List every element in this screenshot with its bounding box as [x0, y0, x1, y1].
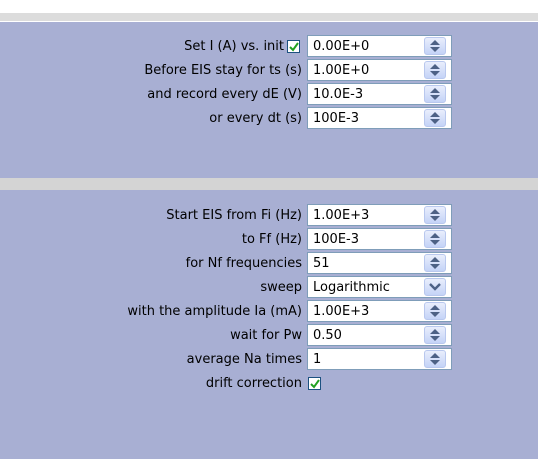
average-na-label: average Na times	[186, 352, 302, 367]
spin-down-icon[interactable]	[430, 216, 440, 221]
record-de-label: and record every dE (V)	[147, 87, 302, 102]
wait-pw-spinner[interactable]	[424, 326, 446, 344]
row-amplitude: with the amplitude Ia (mA) 1.00E+3	[0, 300, 538, 324]
spin-down-icon[interactable]	[430, 360, 440, 365]
average-na-spinner[interactable]	[424, 350, 446, 368]
record-de-field[interactable]: 10.0E-3	[307, 83, 452, 105]
init-panel: Set I (A) vs. init 0.00E+0 Before EIS st…	[0, 22, 538, 168]
set-current-field[interactable]: 0.00E+0	[307, 35, 452, 57]
row-record-de: and record every dE (V) 10.0E-3	[0, 83, 538, 107]
spin-up-icon[interactable]	[430, 233, 440, 238]
start-fi-label: Start EIS from Fi (Hz)	[166, 208, 302, 223]
top-strip	[0, 0, 538, 22]
start-fi-spinner[interactable]	[424, 206, 446, 224]
before-eis-field[interactable]: 1.00E+0	[307, 59, 452, 81]
record-de-spinner[interactable]	[424, 85, 446, 103]
row-nf: for Nf frequencies 51	[0, 252, 538, 276]
spin-down-icon[interactable]	[430, 312, 440, 317]
spin-down-icon[interactable]	[430, 264, 440, 269]
nf-label: for Nf frequencies	[185, 256, 302, 271]
average-na-field[interactable]: 1	[307, 348, 452, 370]
before-eis-value: 1.00E+0	[313, 63, 370, 78]
spin-down-icon[interactable]	[430, 71, 440, 76]
nf-spinner[interactable]	[424, 254, 446, 272]
spin-up-icon[interactable]	[430, 112, 440, 117]
wait-pw-label: wait for Pw	[230, 328, 302, 343]
nf-field[interactable]: 51	[307, 252, 452, 274]
checkmark-icon	[310, 379, 320, 389]
top-divider	[0, 13, 538, 21]
spin-down-icon[interactable]	[430, 119, 440, 124]
to-ff-value: 100E-3	[313, 232, 359, 247]
amplitude-field[interactable]: 1.00E+3	[307, 300, 452, 322]
sweep-value: Logarithmic	[313, 280, 390, 295]
spin-up-icon[interactable]	[430, 305, 440, 310]
separator-bar	[0, 178, 538, 190]
every-dt-field[interactable]: 100E-3	[307, 107, 452, 129]
before-eis-spinner[interactable]	[424, 61, 446, 79]
spin-up-icon[interactable]	[430, 257, 440, 262]
drift-correction-label: drift correction	[205, 376, 302, 391]
spin-down-icon[interactable]	[430, 47, 440, 52]
row-average-na: average Na times 1	[0, 348, 538, 372]
eis-panel: Start EIS from Fi (Hz) 1.00E+3 to Ff (Hz…	[0, 192, 538, 459]
every-dt-label: or every dt (s)	[209, 111, 302, 126]
row-every-dt: or every dt (s) 100E-3	[0, 107, 538, 131]
spin-down-icon[interactable]	[430, 336, 440, 341]
amplitude-value: 1.00E+3	[313, 304, 370, 319]
spin-up-icon[interactable]	[430, 353, 440, 358]
spin-up-icon[interactable]	[430, 40, 440, 45]
drift-correction-checkbox[interactable]	[308, 377, 321, 390]
nf-value: 51	[313, 256, 330, 271]
section-separator	[0, 168, 538, 192]
spin-up-icon[interactable]	[430, 209, 440, 214]
set-current-checkbox[interactable]	[287, 40, 300, 53]
spin-up-icon[interactable]	[430, 88, 440, 93]
wait-pw-field[interactable]: 0.50	[307, 324, 452, 346]
amplitude-label: with the amplitude Ia (mA)	[127, 304, 302, 319]
record-de-value: 10.0E-3	[313, 87, 364, 102]
row-sweep: sweep Logarithmic	[0, 276, 538, 300]
to-ff-spinner[interactable]	[424, 230, 446, 248]
sweep-dropdown-button[interactable]	[424, 278, 446, 296]
chevron-down-icon	[429, 283, 441, 291]
to-ff-field[interactable]: 100E-3	[307, 228, 452, 250]
row-wait-pw: wait for Pw 0.50	[0, 324, 538, 348]
set-current-spinner[interactable]	[424, 37, 446, 55]
row-before-eis: Before EIS stay for ts (s) 1.00E+0	[0, 59, 538, 83]
row-drift-correction: drift correction	[0, 372, 538, 396]
average-na-value: 1	[313, 352, 322, 367]
sweep-select[interactable]: Logarithmic	[307, 276, 452, 298]
row-set-current: Set I (A) vs. init 0.00E+0	[0, 35, 538, 59]
sweep-label: sweep	[260, 280, 302, 295]
spin-up-icon[interactable]	[430, 329, 440, 334]
start-fi-field[interactable]: 1.00E+3	[307, 204, 452, 226]
every-dt-value: 100E-3	[313, 111, 359, 126]
spin-down-icon[interactable]	[430, 240, 440, 245]
to-ff-label: to Ff (Hz)	[241, 232, 302, 247]
spin-down-icon[interactable]	[430, 95, 440, 100]
wait-pw-value: 0.50	[313, 328, 342, 343]
set-current-label: Set I (A) vs. init	[184, 39, 284, 54]
row-start-fi: Start EIS from Fi (Hz) 1.00E+3	[0, 204, 538, 228]
set-current-value: 0.00E+0	[313, 39, 370, 54]
start-fi-value: 1.00E+3	[313, 208, 370, 223]
before-eis-label: Before EIS stay for ts (s)	[144, 63, 302, 78]
spin-up-icon[interactable]	[430, 64, 440, 69]
every-dt-spinner[interactable]	[424, 109, 446, 127]
row-to-ff: to Ff (Hz) 100E-3	[0, 228, 538, 252]
checkmark-icon	[289, 42, 299, 52]
amplitude-spinner[interactable]	[424, 302, 446, 320]
